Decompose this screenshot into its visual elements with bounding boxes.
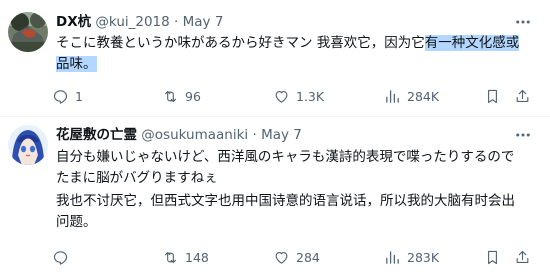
- like-count: 284: [296, 249, 320, 265]
- tweet-text: そこに教養というか味があるから好きマン 我喜欢它，因为它有一种文化感或 品味。: [56, 33, 540, 75]
- tweet-text-line: 自分も嫌いじゃないけど、西洋風のキャラも漢詩的表現で喋ったりするので: [56, 149, 515, 165]
- share-button[interactable]: [514, 246, 531, 268]
- heart-icon: [275, 251, 288, 264]
- views-count: 283K: [407, 249, 440, 265]
- reply-icon: [53, 89, 68, 104]
- views-button[interactable]: 283K: [384, 246, 439, 268]
- avatar[interactable]: [8, 125, 48, 165]
- bookmark-button[interactable]: [484, 85, 501, 107]
- bookmark-button[interactable]: [484, 246, 501, 268]
- repost-count: 148: [185, 249, 209, 265]
- views-count: 284K: [407, 88, 440, 104]
- bookmark-icon: [488, 250, 497, 264]
- tweet-header: DX杭 @kui_2018 · May 7: [56, 12, 223, 32]
- tweet-text: 自分も嫌いじゃないけど、西洋風のキャラも漢詩的表現で喋ったりするので たまに脳が…: [56, 147, 540, 189]
- tweet-1[interactable]: DX杭 @kui_2018 · May 7 そこに教養というか味があるから好きマ…: [0, 0, 550, 117]
- bookmark-icon: [488, 89, 497, 103]
- author-handle[interactable]: @kui_2018: [95, 14, 169, 30]
- views-icon: [386, 250, 399, 264]
- views-button[interactable]: 284K: [384, 85, 439, 107]
- tweet-text-line: 问题。: [56, 214, 97, 230]
- like-count: 1.3K: [296, 88, 325, 104]
- author-name[interactable]: 花屋敷の亡霊: [56, 127, 137, 143]
- share-icon: [516, 89, 529, 102]
- reply-icon: [53, 250, 68, 265]
- tweet-date[interactable]: May 7: [261, 127, 302, 143]
- separator-dot: ·: [252, 127, 257, 143]
- like-button[interactable]: 1.3K: [273, 85, 324, 107]
- avatar-image: [8, 12, 48, 52]
- reply-button[interactable]: 1: [52, 85, 83, 107]
- repost-icon: [164, 251, 177, 263]
- like-button[interactable]: 284: [273, 246, 320, 268]
- tweet-actions: 1 96 1.3K 284K: [52, 85, 550, 107]
- separator-dot: ·: [174, 14, 179, 30]
- repost-icon: [164, 90, 177, 102]
- tweet-text-line: 品味。: [56, 54, 540, 75]
- highlighted-text: 品味。: [56, 56, 97, 72]
- heart-icon: [275, 90, 288, 103]
- reply-button[interactable]: [52, 246, 75, 268]
- translation-text: 我也不讨厌它，但西式文字也用中国诗意的语言说话，所以我的大脑有时会出 问题。: [56, 191, 540, 233]
- text-segment: そこに教養というか味があるから好きマン 我喜欢它，因为它: [56, 35, 425, 51]
- author-name[interactable]: DX杭: [56, 14, 91, 30]
- repost-button[interactable]: 148: [162, 246, 209, 268]
- reply-count: 1: [75, 88, 83, 104]
- repost-count: 96: [185, 88, 201, 104]
- more-icon[interactable]: [510, 12, 536, 32]
- share-button[interactable]: [514, 85, 531, 107]
- highlighted-text: 有一种文化感或: [424, 35, 520, 51]
- tweet-text-line: たまに脳がバグりますねぇ: [56, 170, 218, 186]
- avatar-image: [8, 125, 48, 165]
- tweet-text-line: 我也不讨厌它，但西式文字也用中国诗意的语言说话，所以我的大脑有时会出: [56, 193, 515, 209]
- views-icon: [386, 89, 399, 103]
- repost-button[interactable]: 96: [162, 85, 201, 107]
- tweet-text-line: そこに教養というか味があるから好きマン 我喜欢它，因为它有一种文化感或: [56, 33, 540, 54]
- tweet-date[interactable]: May 7: [183, 14, 224, 30]
- share-icon: [516, 250, 529, 263]
- more-icon[interactable]: [510, 125, 536, 145]
- tweet-actions: 148 284 283K: [52, 246, 550, 268]
- tweet-header: 花屋敷の亡霊 @osukumaaniki · May 7: [56, 125, 302, 145]
- tweet-2[interactable]: 花屋敷の亡霊 @osukumaaniki · May 7 自分も嫌いじゃないけど…: [0, 117, 550, 277]
- avatar[interactable]: [8, 12, 48, 52]
- author-handle[interactable]: @osukumaaniki: [141, 127, 248, 143]
